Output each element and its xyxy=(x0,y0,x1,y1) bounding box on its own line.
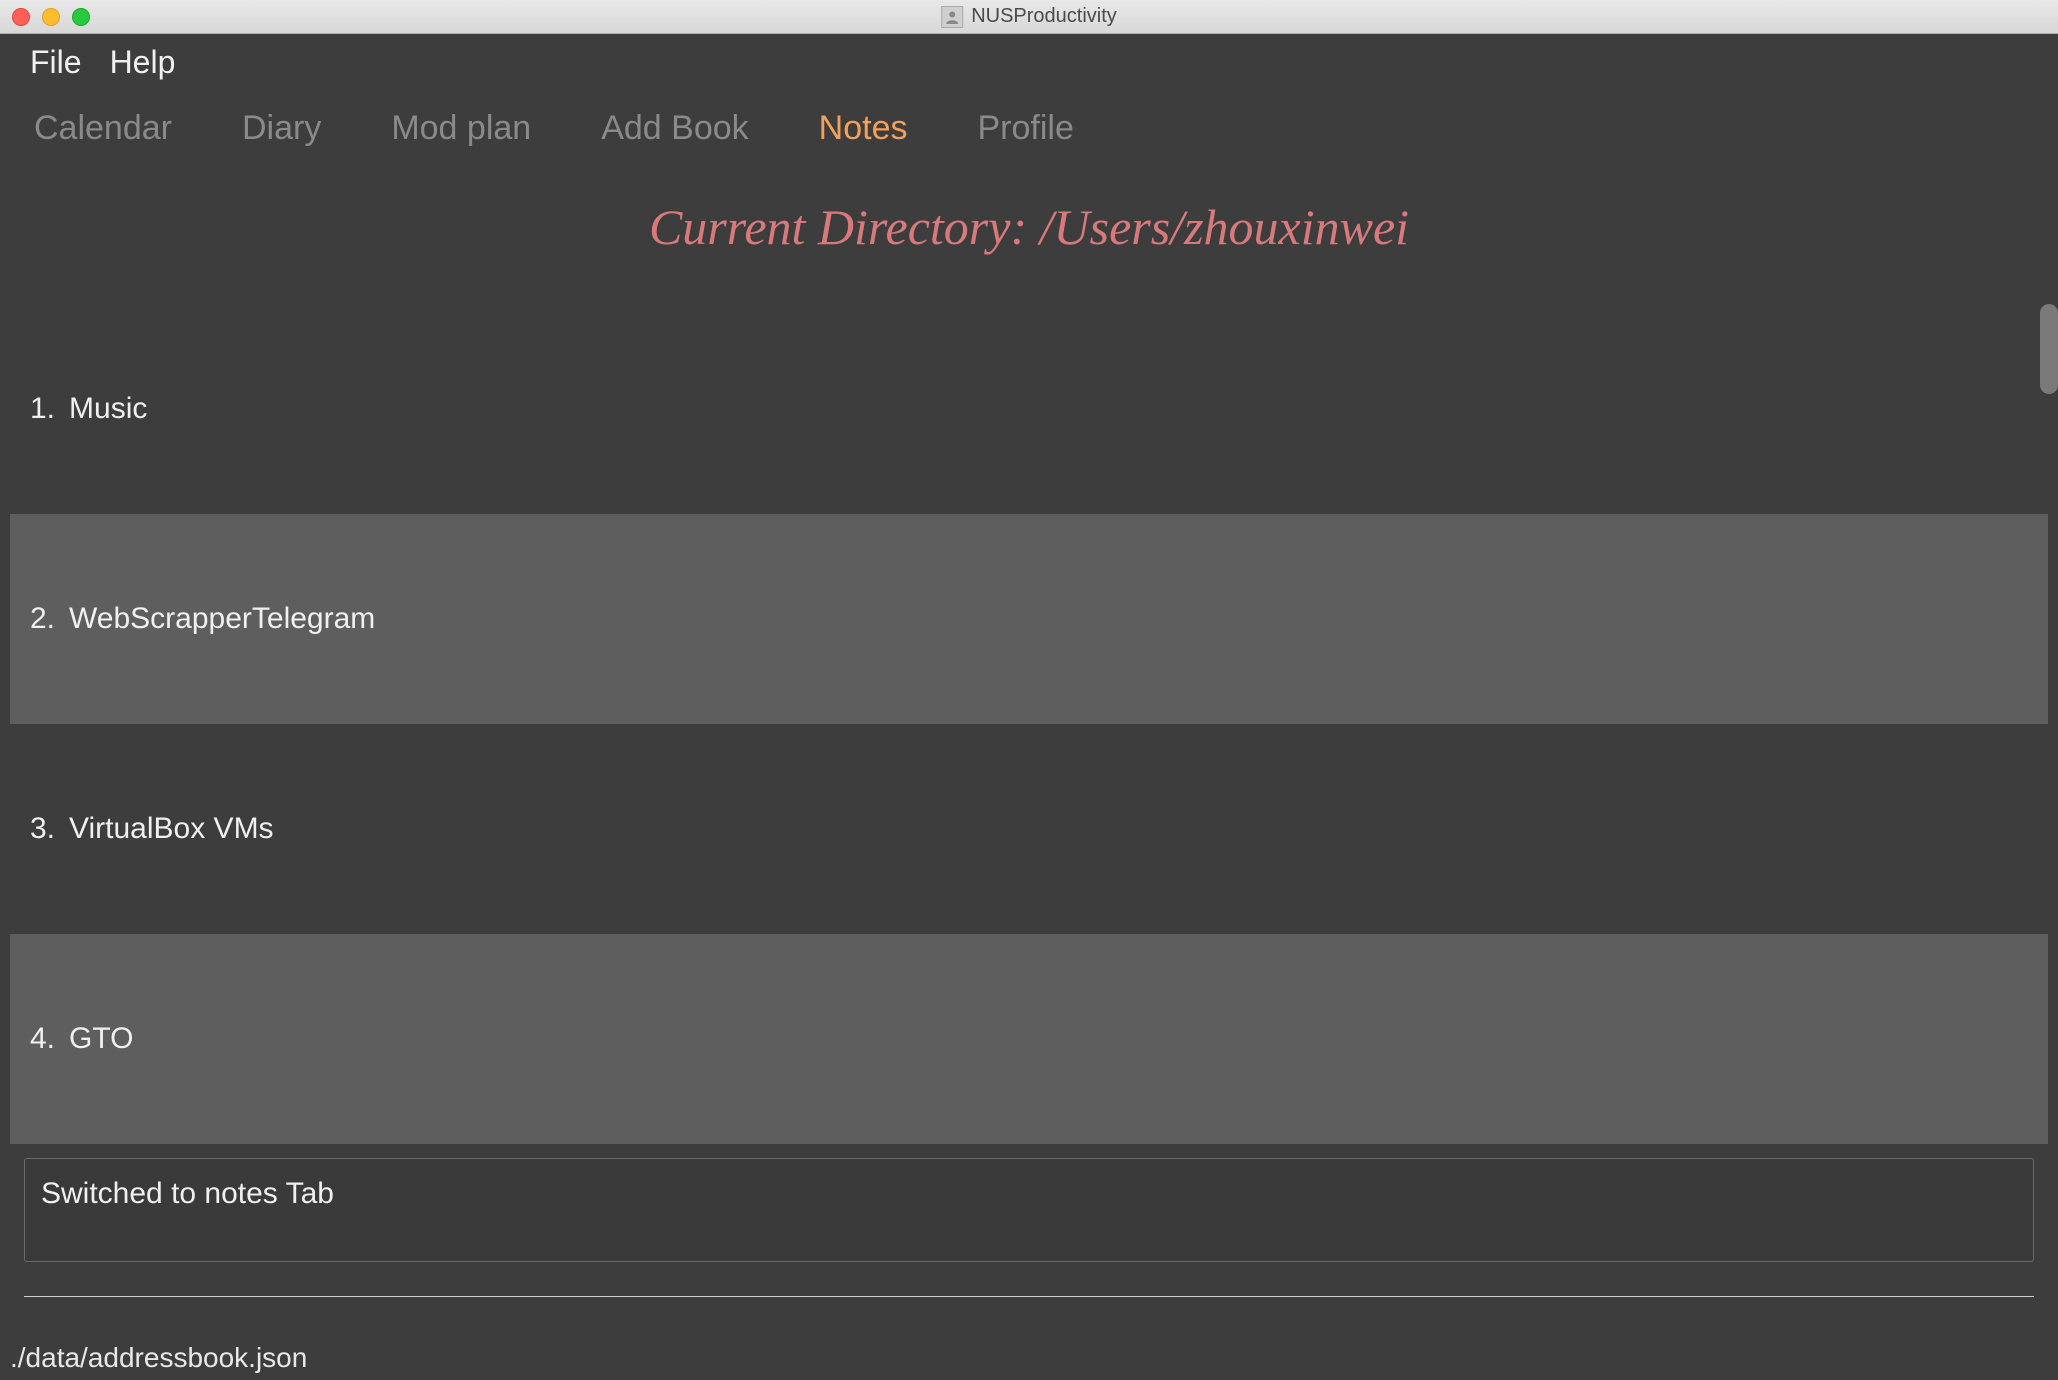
note-index: 3. xyxy=(30,812,55,846)
note-name: VirtualBox VMs xyxy=(69,812,274,846)
note-row[interactable]: 3. VirtualBox VMs xyxy=(10,724,2048,934)
notes-content: 1. Music 2. WebScrapperTelegram 3. Virtu… xyxy=(0,304,2058,1158)
minimize-window-button[interactable] xyxy=(42,8,60,26)
tab-profile[interactable]: Profile xyxy=(977,109,1073,148)
footer-path: ./data/addressbook.json xyxy=(0,1338,2058,1380)
directory-header: Current Directory: /Users/zhouxinwei xyxy=(0,172,2058,304)
command-input[interactable] xyxy=(24,1296,2034,1338)
directory-path: /Users/zhouxinwei xyxy=(1040,199,1409,255)
note-row[interactable]: 2. WebScrapperTelegram xyxy=(10,514,2048,724)
note-index: 2. xyxy=(30,602,55,636)
window-title: NUSProductivity xyxy=(941,5,1117,28)
note-index: 1. xyxy=(30,392,55,426)
traffic-lights xyxy=(12,8,90,26)
app-window: NUSProductivity File Help Calendar Diary… xyxy=(0,0,2058,1380)
scrollbar-track[interactable] xyxy=(2040,304,2058,1158)
directory-label-prefix: Current Directory: xyxy=(649,199,1040,255)
notes-list[interactable]: 1. Music 2. WebScrapperTelegram 3. Virtu… xyxy=(10,304,2048,1158)
close-window-button[interactable] xyxy=(12,8,30,26)
note-row[interactable]: 4. GTO xyxy=(10,934,2048,1144)
scrollbar-thumb[interactable] xyxy=(2040,304,2058,394)
status-message: Switched to notes Tab xyxy=(41,1177,2017,1211)
maximize-window-button[interactable] xyxy=(72,8,90,26)
note-name: Music xyxy=(69,392,147,426)
tab-mod-plan[interactable]: Mod plan xyxy=(391,109,531,148)
titlebar: NUSProductivity xyxy=(0,0,2058,34)
app-icon xyxy=(941,6,963,28)
tab-notes[interactable]: Notes xyxy=(819,109,908,148)
note-index: 4. xyxy=(30,1022,55,1056)
[interactable]: Diary xyxy=(242,109,321,148)
tabbar: Calendar Diary Mod plan Add Book Notes P… xyxy=(0,91,2058,172)
menubar: File Help xyxy=(0,34,2058,91)
note-name: GTO xyxy=(69,1022,133,1056)
status-box: Switched to notes Tab xyxy=(24,1158,2034,1262)
menu-help[interactable]: Help xyxy=(110,44,176,81)
tab-add-book[interactable]: Add Book xyxy=(601,109,748,148)
window-title-text: NUSProductivity xyxy=(971,5,1117,28)
note-row[interactable]: 1. Music xyxy=(10,304,2048,514)
menu-file[interactable]: File xyxy=(30,44,82,81)
note-name: WebScrapperTelegram xyxy=(69,602,375,636)
tab-calendar[interactable]: Calendar xyxy=(34,109,172,148)
